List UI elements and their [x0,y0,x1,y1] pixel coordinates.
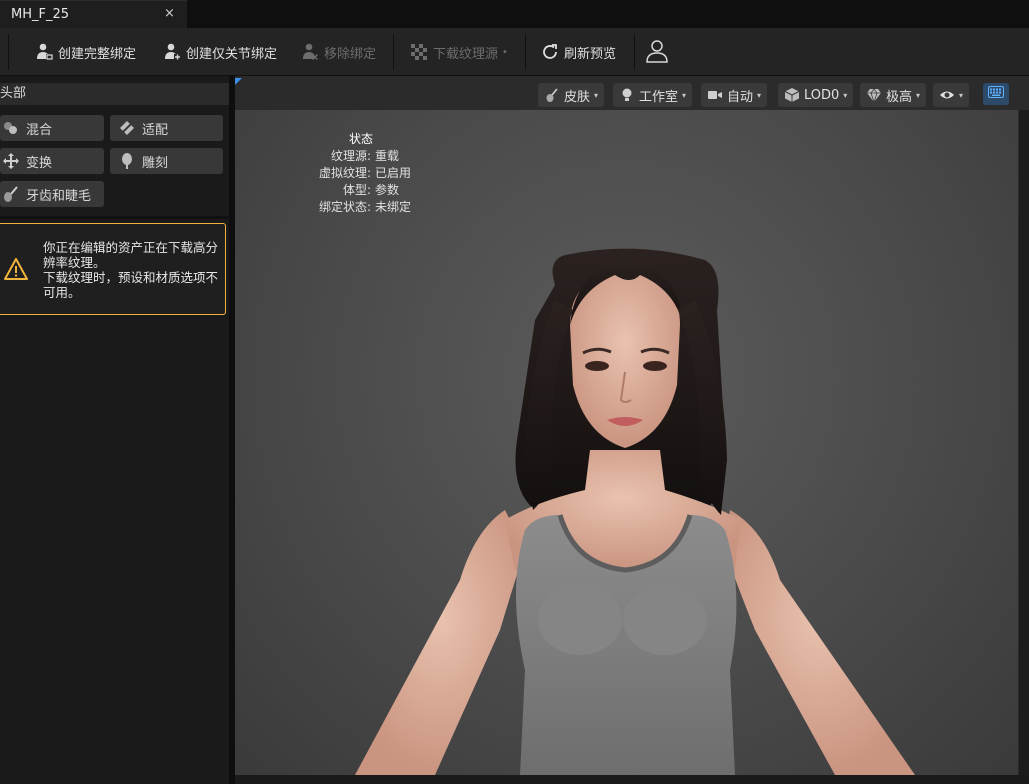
remove-rig-icon [300,42,320,62]
remove-rig-label: 移除绑定 [324,46,377,62]
right-panel-edge [1018,110,1029,784]
warning-line-1: 你正在编辑的资产正在下载高分辨率纹理。 [43,240,219,270]
refresh-preview-label: 刷新预览 [564,46,617,62]
lightbulb-icon [619,87,635,103]
left-panel: 头部 混合 适配 变换 雕刻 牙齿和睫毛 你正在编辑的资产正在下载高分辨率纹理。… [0,76,232,784]
warning-line-2: 下载纹理时，预设和材质选项不可用。 [43,270,219,300]
chevron-down-icon: ▾ [843,90,848,100]
chevron-down-icon: ▾ [959,90,964,100]
teeth-lashes-tool-button[interactable]: 牙齿和睫毛 [0,181,104,207]
camera-icon [707,87,723,103]
studio-dropdown[interactable]: 工作室 ▾ [613,83,693,107]
character-preview-image [355,248,915,775]
transform-tool-button[interactable]: 变换 [0,148,104,174]
chevron-down-icon: ▾ [682,90,687,100]
download-warning-box: 你正在编辑的资产正在下载高分辨率纹理。 下载纹理时，预设和材质选项不可用。 [0,223,226,315]
create-joint-rig-label: 创建仅关节绑定 [186,46,278,62]
section-header-head[interactable]: 头部 [0,83,230,105]
create-full-rig-label: 创建完整绑定 [58,46,137,62]
warning-text: 你正在编辑的资产正在下载高分辨率纹理。 下载纹理时，预设和材质选项不可用。 [43,240,218,300]
sculpt-label: 雕刻 [142,155,169,171]
eye-icon [939,87,955,103]
fit-tool-button[interactable]: 适配 [110,115,223,141]
studio-label: 工作室 [639,89,679,105]
rig-joint-icon [162,42,182,62]
tab-title: MH_F_25 [11,7,70,22]
rig-person-icon [34,42,54,62]
blend-icon [2,119,20,137]
download-texture-source-button[interactable]: 下载纹理源 • [409,39,508,65]
keyboard-toggle-button[interactable] [983,83,1009,105]
skin-dropdown[interactable]: 皮肤 ▾ [538,83,605,107]
create-full-rig-button[interactable]: 创建完整绑定 [34,39,136,65]
main-toolbar: 创建完整绑定 创建仅关节绑定 移除绑定 下载纹理源 • 刷新预览 [0,28,1029,76]
tab-mh-f-25[interactable]: MH_F_25 × [0,0,187,28]
fit-label: 适配 [142,122,169,138]
keyboard-icon [988,86,1004,102]
toolbar-separator [8,34,9,70]
close-icon[interactable]: × [164,6,175,21]
warning-icon [4,258,28,284]
viewport-bottom-bar [235,775,1029,784]
auto-camera-dropdown[interactable]: 自动 ▾ [701,83,768,107]
refresh-preview-button[interactable]: 刷新预览 [540,39,616,65]
character-viewport[interactable]: 状态 纹理源: 重载 虚拟纹理: 已启用 体型: 参数 绑定状态: 未绑定 [235,110,1018,775]
chevron-down-icon: ▾ [757,90,762,100]
panel-divider [0,216,230,219]
teeth-lashes-label: 牙齿和睫毛 [26,188,92,204]
blend-label: 混合 [26,122,53,138]
visibility-dropdown[interactable]: ▾ [933,83,970,107]
brush-icon [2,185,20,203]
toolbar-separator [525,34,526,70]
toolbar-separator [634,34,635,70]
skin-label: 皮肤 [564,89,591,105]
move-arrows-icon [2,152,20,170]
chevron-down-icon: ▾ [594,90,599,100]
lod-dropdown[interactable]: LOD0 ▾ [778,83,854,107]
auto-label: 自动 [727,89,754,105]
sculpt-tool-button[interactable]: 雕刻 [110,148,223,174]
fit-icon [118,119,136,137]
tab-bar: MH_F_25 × [0,0,1029,28]
sculpt-icon [118,152,136,170]
refresh-icon [540,42,560,62]
quality-dropdown[interactable]: 极高 ▾ [860,83,927,107]
skin-brush-icon [544,87,560,103]
toolbar-separator [393,34,394,70]
create-joint-rig-button[interactable]: 创建仅关节绑定 [162,39,277,65]
viewport-corner-marker [235,78,242,85]
transform-label: 变换 [26,155,53,171]
checker-texture-icon [409,42,429,62]
remove-rig-button[interactable]: 移除绑定 [300,39,376,65]
diamond-icon [866,87,882,103]
viewport-toolbar: 皮肤 ▾ 工作室 ▾ 自动 ▾ LOD0 ▾ 极高 ▾ ▾ [235,76,1029,110]
blend-tool-button[interactable]: 混合 [0,115,104,141]
download-indicator: • [502,46,508,58]
lod-label: LOD0 [804,87,840,103]
user-account-icon[interactable] [645,38,669,64]
quality-label: 极高 [886,89,913,105]
cube-icon [784,87,800,103]
download-texture-source-label: 下载纹理源 [433,46,499,62]
chevron-down-icon: ▾ [916,90,921,100]
